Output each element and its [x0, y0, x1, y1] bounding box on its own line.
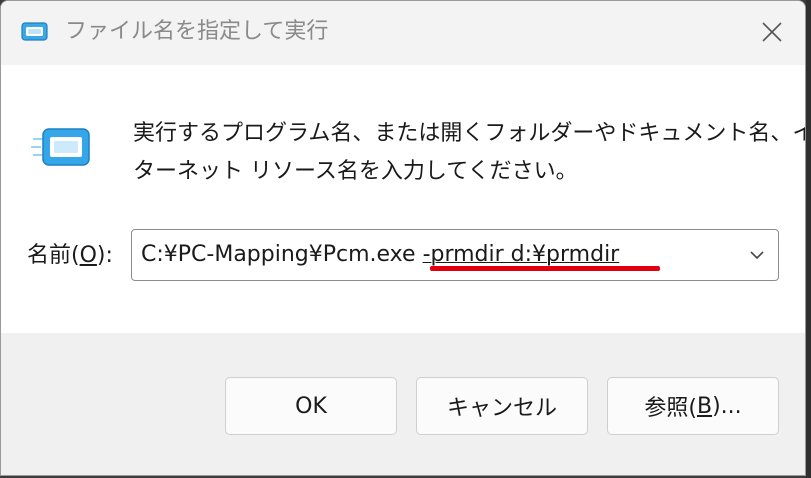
- close-button[interactable]: [749, 9, 795, 55]
- cancel-button[interactable]: キャンセル: [416, 377, 588, 435]
- name-field-label: 名前(O):: [27, 241, 113, 271]
- dialog-content: 実行するプログラム名、または開くフォルダーやドキュメント名、イン ターネット リ…: [1, 65, 805, 333]
- background-window-edge: [806, 0, 811, 478]
- window-title: ファイル名を指定して実行: [65, 19, 329, 44]
- browse-label-prefix: 参照(: [644, 396, 697, 421]
- title-bar: ファイル名を指定して実行: [1, 1, 805, 65]
- description-line-1: 実行するプログラム名、または開くフォルダーやドキュメント名、イン: [133, 121, 806, 146]
- run-dialog: ファイル名を指定して実行 実行するプログラム名、または開くフォルダーやドキュメン…: [0, 0, 806, 476]
- close-icon: [762, 22, 782, 42]
- label-accelerator: O: [79, 243, 97, 268]
- label-prefix: 名前(: [27, 243, 80, 268]
- run-program-icon: [31, 128, 90, 166]
- label-suffix: ):: [96, 243, 113, 268]
- command-value-tail: -prmdir d:¥prmdir: [422, 242, 620, 267]
- ok-button[interactable]: OK: [225, 377, 397, 435]
- dialog-description: 実行するプログラム名、または開くフォルダーやドキュメント名、イン ターネット リ…: [133, 115, 806, 191]
- highlight-underline-mark: [430, 266, 660, 271]
- browse-button[interactable]: 参照(B)...: [607, 377, 779, 435]
- browse-label-accelerator: B: [696, 393, 713, 419]
- command-value-head: C:¥PC-Mapping¥Pcm.exe: [141, 242, 423, 267]
- description-line-2: ターネット リソース名を入力してください。: [133, 159, 578, 184]
- browse-label-suffix: )...: [712, 393, 742, 419]
- command-combobox[interactable]: C:¥PC-Mapping¥Pcm.exe -prmdir d:¥prmdir: [131, 229, 779, 281]
- button-bar: OK キャンセル 参照(B)...: [1, 333, 805, 475]
- chevron-down-icon[interactable]: [746, 244, 768, 266]
- run-app-icon: [21, 22, 48, 41]
